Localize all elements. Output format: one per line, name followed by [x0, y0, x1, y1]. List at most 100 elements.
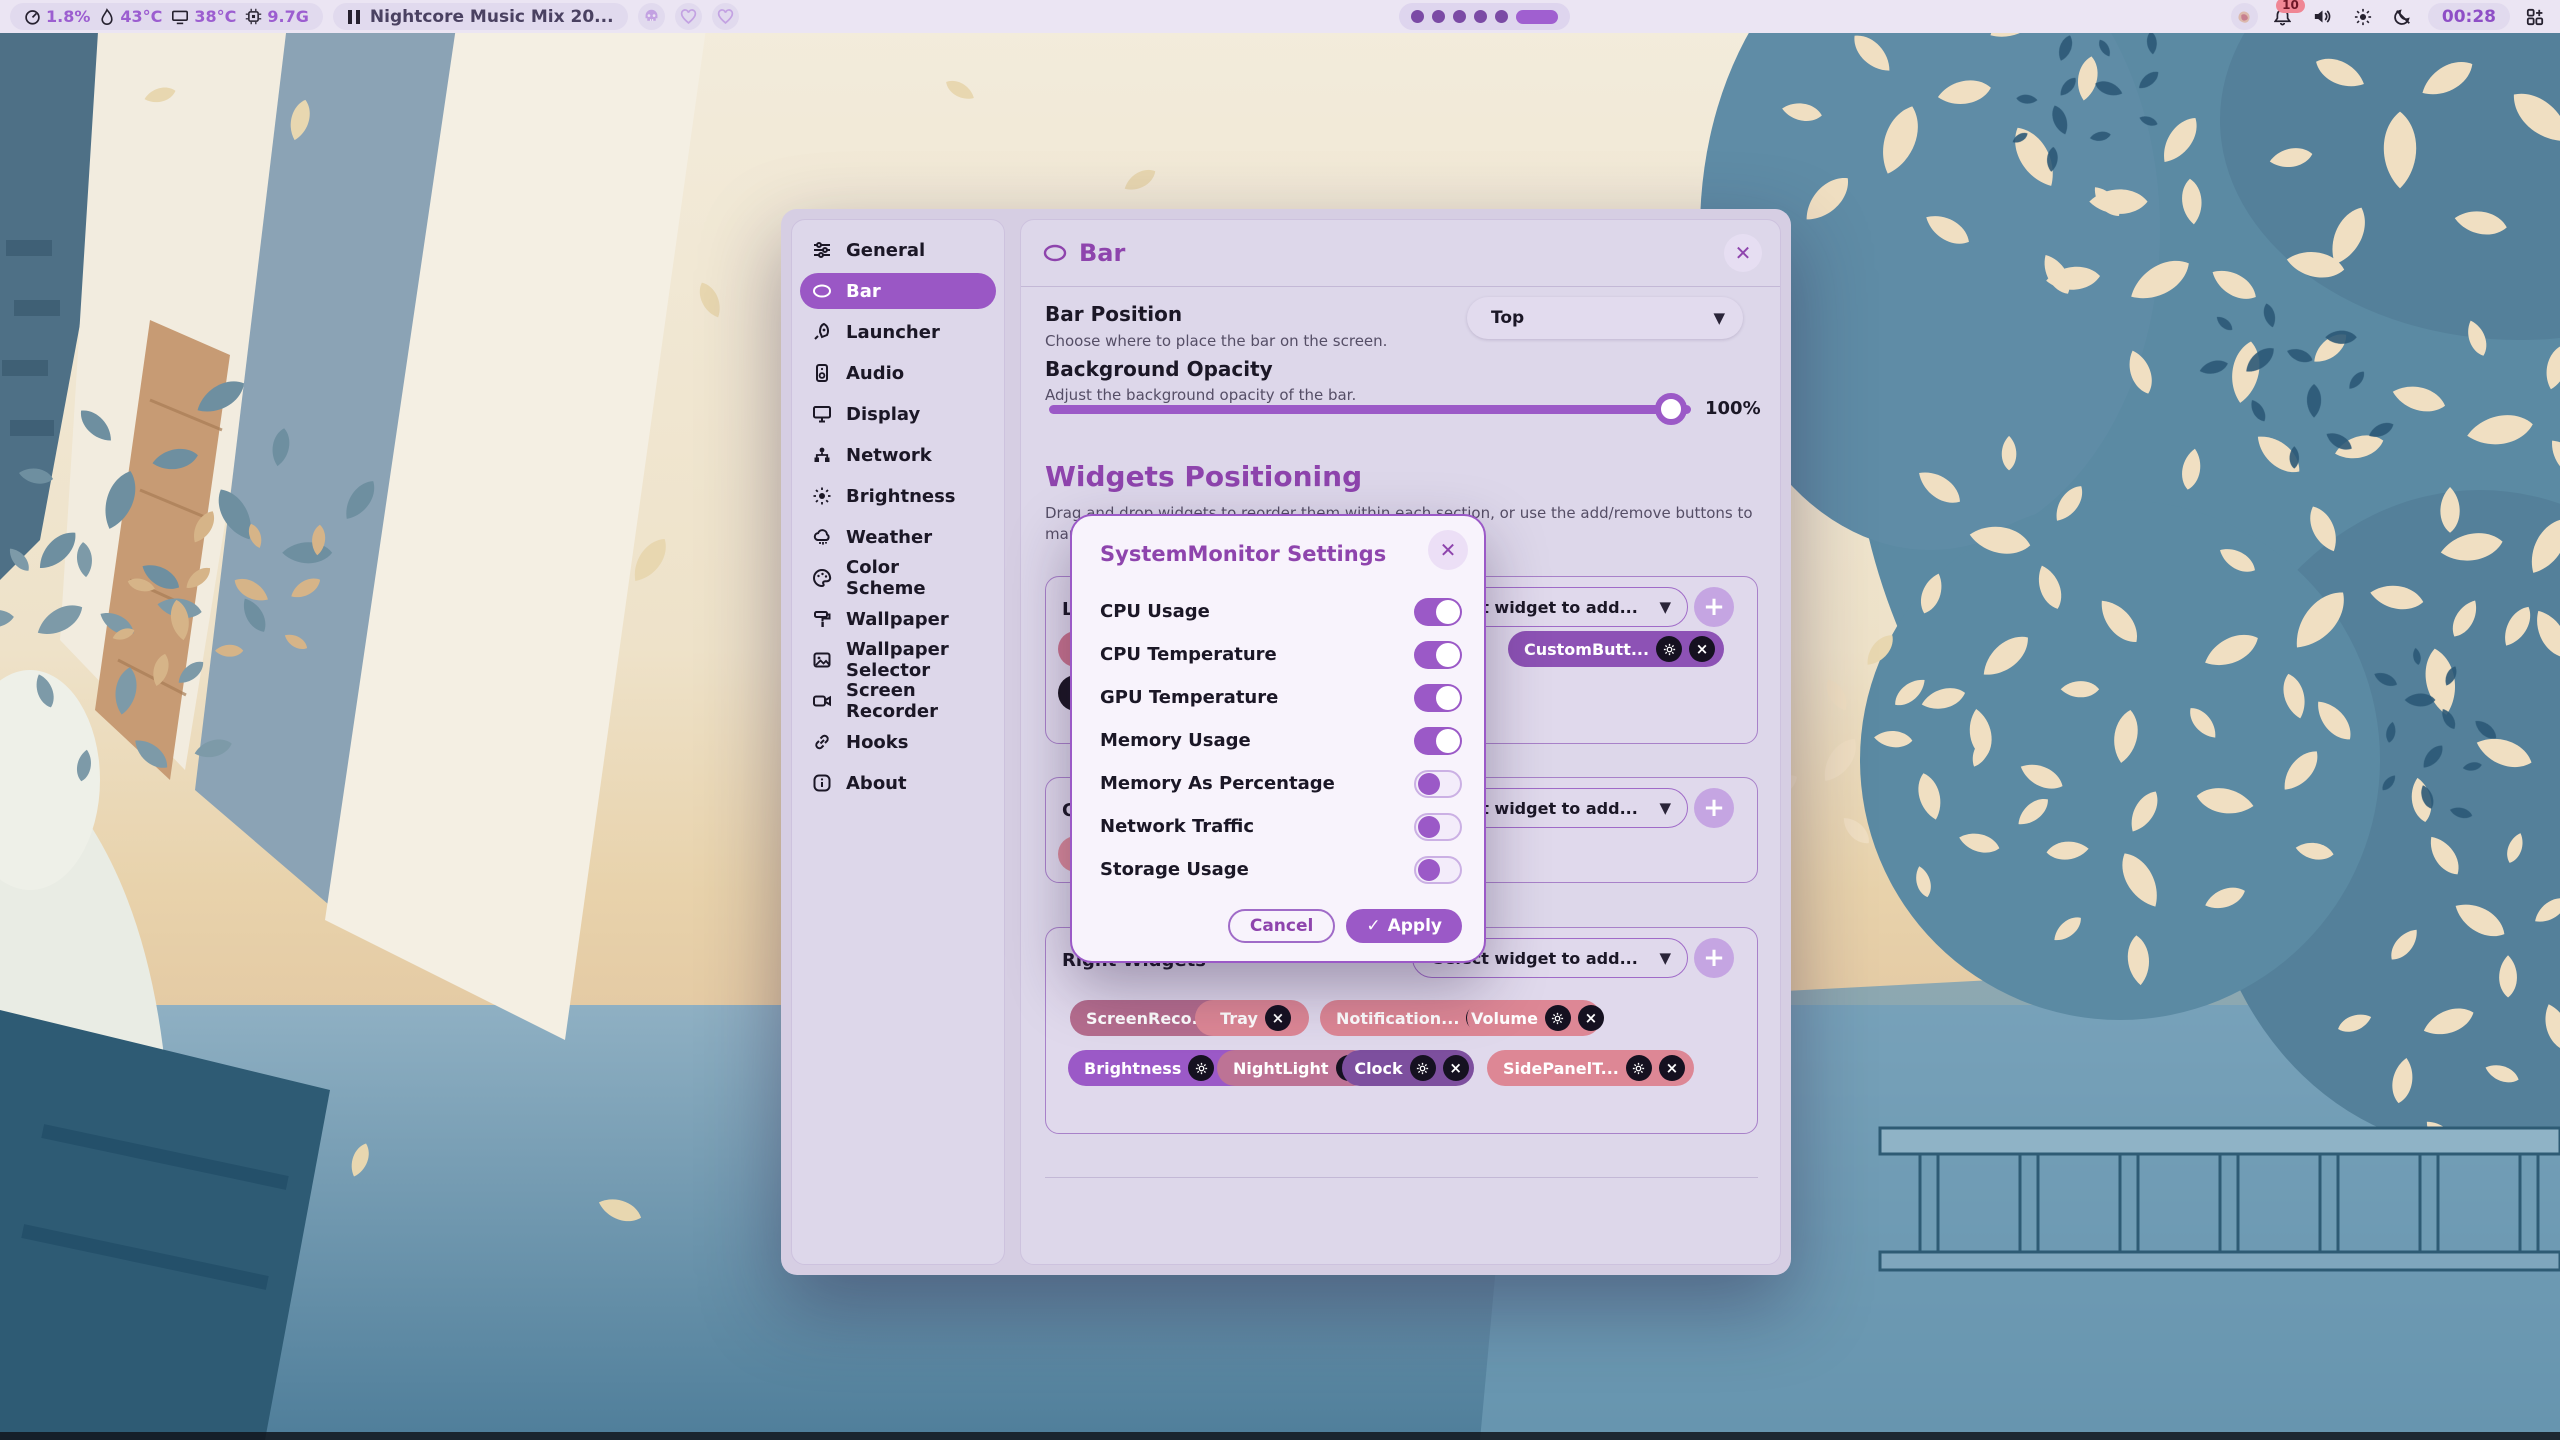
toggle-label: CPU Temperature: [1100, 644, 1277, 665]
left-add-widget-button[interactable]: +: [1694, 587, 1734, 627]
system-stats-pill[interactable]: 1.8% 43°C 38°C 9.7G: [10, 3, 323, 30]
sidebar-item-brightness[interactable]: Brightness: [800, 478, 996, 514]
apply-button[interactable]: ✓Apply: [1346, 909, 1462, 943]
toggle-row-memory-as-percentage: Memory As Percentage: [1072, 762, 1484, 805]
widget-remove-button[interactable]: ×: [1443, 1055, 1469, 1081]
systemmonitor-settings-dialog: SystemMonitor Settings ✕ CPU Usage CPU T…: [1070, 514, 1486, 963]
dashboard-button[interactable]: [2520, 3, 2550, 30]
speaker-icon: [812, 363, 832, 383]
widget-chip[interactable]: Volume ×: [1467, 1000, 1601, 1036]
workspace-dot[interactable]: [1474, 10, 1487, 23]
widget-remove-button[interactable]: ×: [1659, 1055, 1685, 1081]
slider-handle[interactable]: [1655, 393, 1687, 425]
toggle-row-storage-usage: Storage Usage: [1072, 848, 1484, 891]
widget-remove-button[interactable]: ×: [1265, 1005, 1291, 1031]
widget-remove-button[interactable]: ×: [1578, 1005, 1604, 1031]
cpu-usage-toggle[interactable]: [1414, 598, 1462, 626]
sidebar-item-launcher[interactable]: Launcher: [800, 314, 996, 350]
cpu-usage-stat: 1.8%: [24, 7, 90, 26]
widget-chip[interactable]: Tray ×: [1195, 1000, 1309, 1036]
workspace-dot[interactable]: [1411, 10, 1424, 23]
info-icon: [812, 773, 832, 793]
widget-chip-label: NightLight: [1226, 1059, 1329, 1078]
chevron-down-icon: ▼: [1659, 799, 1671, 817]
moon-off-icon: [2394, 8, 2412, 26]
brightness-button[interactable]: [2348, 3, 2378, 30]
media-player-pill[interactable]: Nightcore Music Mix 20...: [333, 3, 628, 30]
widget-settings-button[interactable]: [1188, 1055, 1214, 1081]
favorite-button-1[interactable]: [675, 3, 702, 30]
widget-chip[interactable]: SidePanelT... ×: [1487, 1050, 1694, 1086]
gpu-temperature-toggle[interactable]: [1414, 684, 1462, 712]
sidebar-item-weather[interactable]: Weather: [800, 519, 996, 555]
sidebar-item-wallpaper-selector[interactable]: Wallpaper Selector: [800, 642, 996, 678]
sidebar-item-screen-recorder[interactable]: Screen Recorder: [800, 683, 996, 719]
widget-settings-button[interactable]: [1545, 1005, 1571, 1031]
memory-as-percentage-toggle[interactable]: [1414, 770, 1462, 798]
workspace-dot[interactable]: [1495, 10, 1508, 23]
workspace-dot[interactable]: [1432, 10, 1445, 23]
rocket-icon: [812, 322, 832, 342]
network-traffic-toggle[interactable]: [1414, 813, 1462, 841]
cloud-icon: [812, 527, 832, 547]
cancel-button[interactable]: Cancel: [1228, 909, 1335, 943]
widget-remove-button[interactable]: ×: [1689, 636, 1715, 662]
skull-icon: [643, 8, 660, 25]
storage-usage-toggle[interactable]: [1414, 856, 1462, 884]
volume-button[interactable]: [2308, 3, 2338, 30]
gear-icon: [1415, 1061, 1430, 1076]
sidebar-item-display[interactable]: Display: [800, 396, 996, 432]
background-opacity-slider[interactable]: [1049, 392, 1691, 426]
toggle-label: Storage Usage: [1100, 859, 1249, 880]
heart-icon: [680, 9, 697, 25]
night-light-button[interactable]: [2388, 3, 2418, 30]
favorite-button-2[interactable]: [712, 3, 739, 30]
widget-settings-button[interactable]: [1410, 1055, 1436, 1081]
workspaces-indicator[interactable]: [1399, 3, 1570, 30]
sidebar-item-general[interactable]: General: [800, 232, 996, 268]
chip-icon: [245, 8, 262, 25]
top-bar: 1.8% 43°C 38°C 9.7G Nightcore Music Mix …: [0, 0, 2560, 33]
slider-track[interactable]: [1049, 405, 1691, 414]
skull-button[interactable]: [638, 3, 665, 30]
desktop: 1.8% 43°C 38°C 9.7G Nightcore Music Mix …: [0, 0, 2560, 1440]
toggle-row-network-traffic: Network Traffic: [1072, 805, 1484, 848]
widget-chip[interactable]: CustomButt... ×: [1508, 631, 1724, 667]
sidebar-item-label: Display: [846, 404, 920, 425]
memory-usage-toggle[interactable]: [1414, 727, 1462, 755]
check-icon: ✓: [1366, 916, 1380, 936]
widget-chip[interactable]: Clock ×: [1342, 1050, 1474, 1086]
dialog-close-button[interactable]: ✕: [1428, 530, 1468, 570]
monitor-icon: [171, 9, 189, 25]
widget-settings-button[interactable]: [1656, 636, 1682, 662]
bar-pill-icon: [812, 281, 832, 301]
center-add-widget-button[interactable]: +: [1694, 788, 1734, 828]
notification-badge: 10: [2276, 0, 2305, 13]
sidebar-item-bar[interactable]: Bar: [800, 273, 996, 309]
image-icon: [812, 650, 832, 670]
sidebar-item-audio[interactable]: Audio: [800, 355, 996, 391]
gear-icon: [1662, 642, 1677, 657]
cpu-temperature-toggle[interactable]: [1414, 641, 1462, 669]
workspace-dot[interactable]: [1453, 10, 1466, 23]
sidebar-item-wallpaper[interactable]: Wallpaper: [800, 601, 996, 637]
sidebar-item-hooks[interactable]: Hooks: [800, 724, 996, 760]
bar-position-select[interactable]: Top ▼: [1467, 297, 1743, 339]
sidebar-item-network[interactable]: Network: [800, 437, 996, 473]
widget-chip-label: Brightness: [1077, 1059, 1181, 1078]
clock[interactable]: 00:28: [2428, 3, 2510, 30]
notifications-button[interactable]: 10: [2268, 3, 2298, 30]
toggle-row-memory-usage: Memory Usage: [1072, 719, 1484, 762]
sidebar-item-about[interactable]: About: [800, 765, 996, 801]
sidebar-item-label: Brightness: [846, 486, 956, 507]
widget-settings-button[interactable]: [1626, 1055, 1652, 1081]
gpu-temp-stat: 38°C: [171, 7, 236, 26]
right-add-widget-button[interactable]: +: [1694, 938, 1734, 978]
sidebar-item-color-scheme[interactable]: Color Scheme: [800, 560, 996, 596]
widget-chip-label: Clock: [1347, 1059, 1402, 1078]
window-close-button[interactable]: ✕: [1724, 234, 1762, 272]
sidebar-item-label: Color Scheme: [846, 557, 984, 599]
tray-app-button[interactable]: [2231, 3, 2258, 30]
workspace-active-dot[interactable]: [1516, 10, 1558, 24]
sidebar-item-label: Wallpaper Selector: [846, 639, 984, 681]
